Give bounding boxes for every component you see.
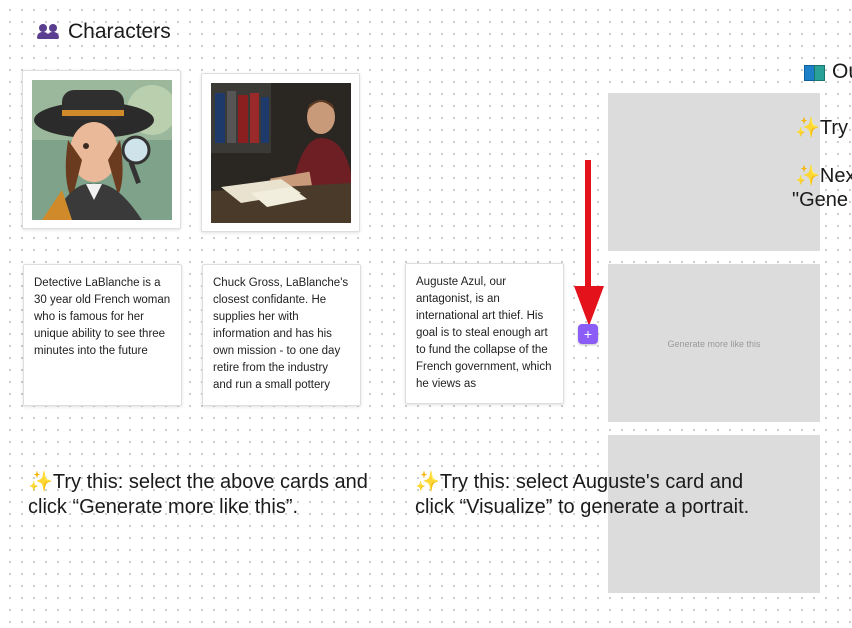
generated-card-placeholder: Generate more like this: [608, 264, 820, 422]
outline-section-title: Ou: [804, 60, 852, 84]
card-text: Auguste Azul, our antagonist, is an inte…: [416, 276, 552, 390]
tip-text: "Gene: [792, 189, 849, 211]
detective-image-card[interactable]: [22, 70, 181, 229]
tip-text: Try this: select the above cards and cli…: [28, 471, 368, 518]
sparkles-icon: ✨: [795, 165, 820, 187]
tip-text: Try this: select Auguste's card and clic…: [415, 471, 750, 518]
tip-text: Nex: [819, 165, 852, 187]
auguste-description-card[interactable]: Auguste Azul, our antagonist, is an inte…: [405, 263, 564, 404]
add-card-button[interactable]: +: [578, 324, 598, 344]
outline-title: Ou: [832, 60, 852, 83]
chuck-description-card[interactable]: Chuck Gross, LaBlanche's closest confida…: [202, 264, 361, 406]
book-icon: [804, 64, 825, 81]
tip-generate-more: ✨Try this: select the above cards and cl…: [28, 470, 398, 520]
tip-right-partial-2: ✨Nex "Gene: [792, 164, 852, 212]
tip-visualize: ✨Try this: select Auguste's card and cli…: [415, 470, 760, 520]
tip-right-partial: ✨Try: [795, 115, 848, 140]
chuck-portrait-image: [211, 83, 351, 223]
card-text: Detective LaBlanche is a 30 year old Fre…: [34, 277, 171, 357]
sparkles-icon: ✨: [28, 471, 53, 493]
sparkles-icon: ✨: [415, 471, 440, 493]
detective-portrait-image: [32, 80, 177, 220]
generated-card-placeholder: [608, 93, 820, 251]
tip-text: Try: [819, 117, 849, 139]
detective-description-card[interactable]: Detective LaBlanche is a 30 year old Fre…: [23, 264, 182, 406]
red-arrow-annotation: [574, 160, 604, 326]
characters-section-title: Characters: [36, 20, 171, 44]
chuck-image-card[interactable]: [201, 73, 360, 232]
sparkles-icon: ✨: [795, 117, 820, 139]
card-text: Chuck Gross, LaBlanche's closest confida…: [213, 277, 349, 391]
people-icon: [36, 23, 60, 41]
generate-more-label: Generate more like this: [667, 339, 761, 349]
characters-title: Characters: [68, 20, 171, 43]
